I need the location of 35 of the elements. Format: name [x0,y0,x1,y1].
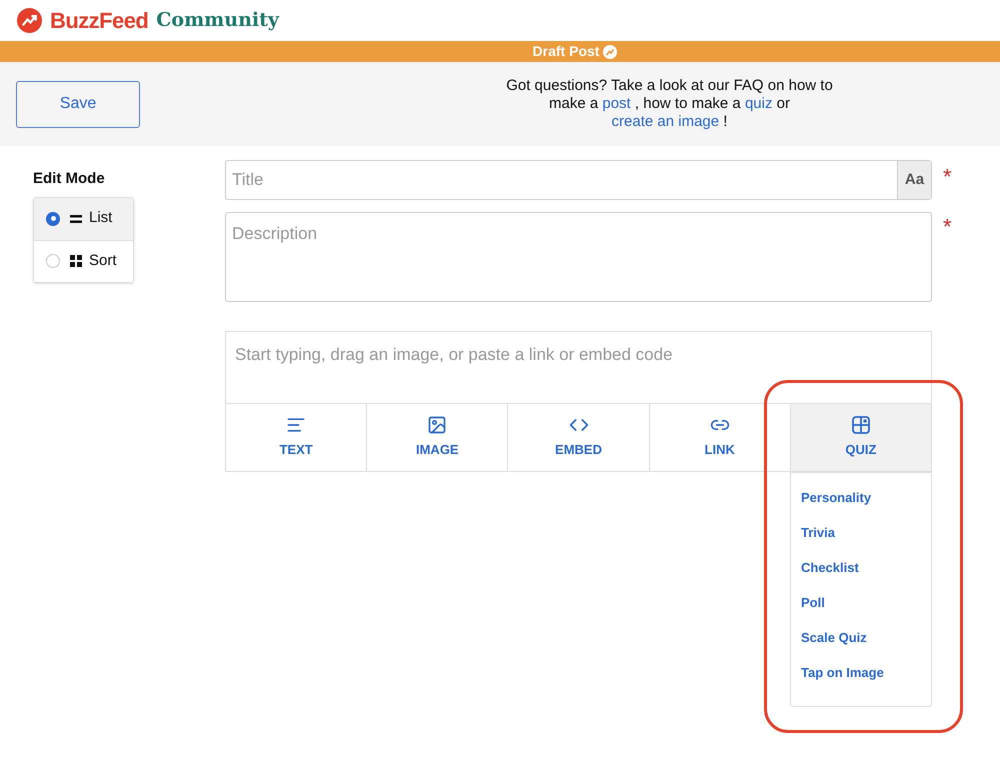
grid-icon [70,255,82,267]
quiz-menu-item[interactable]: Poll [791,593,931,628]
equals-icon [70,214,82,222]
format-button[interactable]: Aa [897,161,931,199]
status-label: Draft Post [532,42,600,61]
required-mark: * [943,163,952,191]
block-tab[interactable]: QUIZ [790,404,932,471]
description-field[interactable]: Description [225,212,932,302]
quiz-menu-item[interactable]: Trivia [791,523,931,558]
quiz-menu-item[interactable]: Tap on Image [791,663,931,698]
quiz-menu-item[interactable]: Scale Quiz [791,628,931,663]
radio-button[interactable] [46,212,60,226]
option-label: Sort [89,250,117,271]
brand-name: BuzzFeed [50,7,148,35]
logo-icon [17,8,42,33]
faq-link[interactable]: quiz [744,95,772,112]
edit-mode-option[interactable]: List [34,198,133,240]
editor-field[interactable]: Start typing, drag an image, or paste a link or embed code [225,331,932,404]
image-icon [427,415,448,436]
faq-text: Got questions? Take a look at our FAQ on how to make a post , how to make a quiz or create an image ! [505,77,834,131]
radio-button[interactable] [46,254,60,268]
quiz-menu-item[interactable]: Personality [791,488,931,523]
title-field[interactable]: Title Aa [225,160,932,200]
title-input[interactable]: Title [226,161,897,199]
faq-link[interactable]: create an image [612,113,720,130]
save-button[interactable]: Save [16,80,140,128]
grid-icon [850,415,871,436]
trend-icon [603,44,618,58]
required-mark: * [943,213,952,241]
edit-mode-option[interactable]: Sort [34,240,133,282]
edit-mode-title: Edit Mode [33,169,106,189]
option-label: List [89,208,112,228]
faq-link[interactable]: post [602,95,631,112]
quiz-menu-item[interactable]: Checklist [791,558,931,593]
section-name: Community [156,8,279,34]
